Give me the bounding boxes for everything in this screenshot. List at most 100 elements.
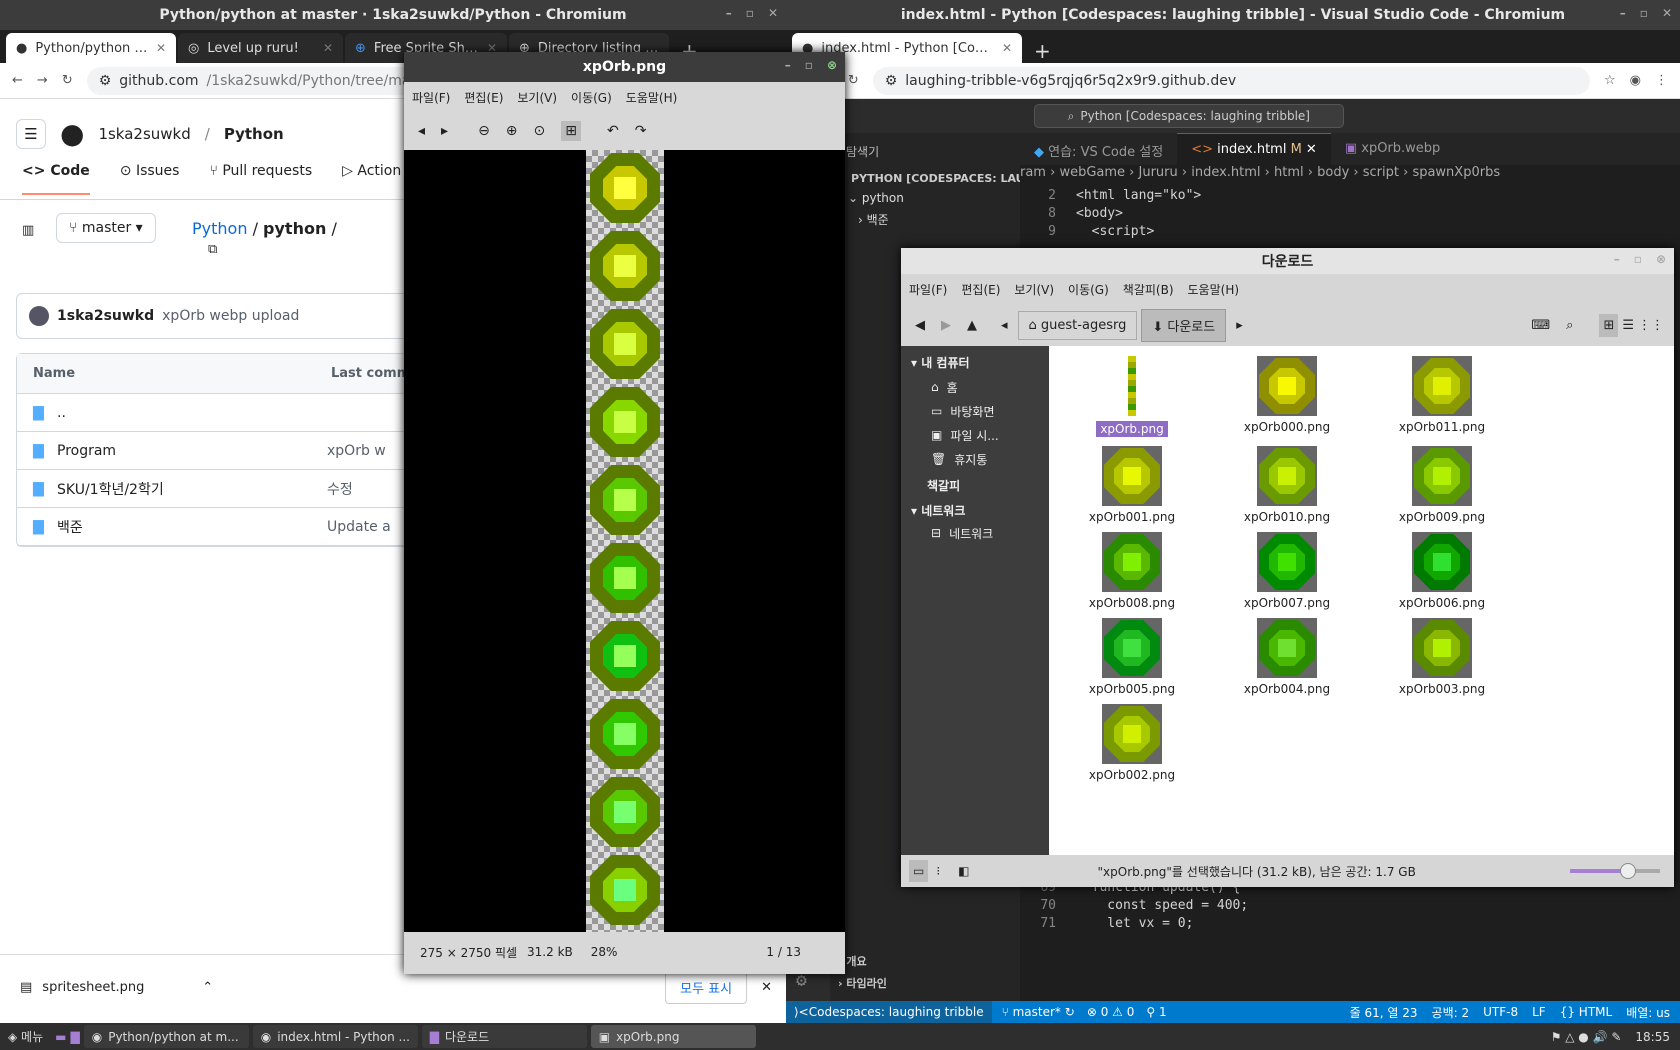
- repo-link[interactable]: Python: [224, 125, 284, 143]
- file-item[interactable]: xpOrb009.png: [1377, 446, 1507, 524]
- row-name[interactable]: Program: [57, 443, 327, 459]
- timeline-section[interactable]: › 타임라인: [838, 975, 887, 991]
- workspace-header[interactable]: ⌄ PYTHON [CODESPACES: LAUGHI...: [830, 170, 1020, 187]
- tab-index-html[interactable]: <> index.html M ✕: [1177, 133, 1331, 165]
- sidebar-item-filesystem[interactable]: ▣ 파일 시...: [901, 423, 1049, 447]
- file-item[interactable]: xpOrb.png: [1067, 356, 1197, 438]
- breadcrumb-item[interactable]: ram: [1020, 165, 1046, 180]
- url-field[interactable]: ⚙ laughing-tribble-v6g5rqjq6r5q2x9r9.gith…: [872, 66, 1590, 95]
- nav-issues[interactable]: ⊙ Issues: [120, 163, 180, 195]
- show-all-button[interactable]: 모두 표시: [665, 971, 748, 1004]
- code-line[interactable]: 71 let vx = 0;: [1020, 915, 1248, 933]
- row-message[interactable]: Update a: [327, 519, 391, 535]
- branch-selector[interactable]: ⑂ master ▾: [56, 213, 156, 243]
- zoom-out-icon[interactable]: ⊖: [478, 123, 490, 139]
- close-tab-icon[interactable]: ✕: [1002, 41, 1012, 55]
- more-icon[interactable]: ⋮: [1655, 73, 1668, 88]
- menu-item[interactable]: 파일(F): [909, 281, 947, 298]
- search-icon[interactable]: ⌕: [1566, 318, 1573, 333]
- next-icon[interactable]: ▸: [441, 123, 448, 139]
- close-tab-icon[interactable]: ✕: [323, 41, 333, 55]
- menu-item[interactable]: 도움말(H): [626, 89, 678, 106]
- menu-item[interactable]: 편집(E): [961, 281, 1000, 298]
- eol[interactable]: LF: [1532, 1005, 1546, 1019]
- rotate-left-icon[interactable]: ↶: [607, 123, 619, 139]
- up-icon[interactable]: ▲: [961, 312, 983, 339]
- keyboard-layout[interactable]: 배열: us: [1626, 1004, 1670, 1021]
- download-item[interactable]: spritesheet.png: [42, 980, 202, 995]
- file-item[interactable]: xpOrb005.png: [1067, 618, 1197, 696]
- file-item[interactable]: xpOrb000.png: [1222, 356, 1352, 438]
- tab-settings[interactable]: ◆ 연습: VS Code 설정: [1020, 133, 1177, 165]
- sidebar-item-desktop[interactable]: ▭ 바탕화면: [901, 399, 1049, 423]
- tab-github[interactable]: ●Python/python at m✕: [6, 33, 176, 63]
- menu-item[interactable]: 편집(E): [464, 89, 503, 106]
- file-item[interactable]: xpOrb006.png: [1377, 532, 1507, 610]
- code-line[interactable]: 9 <script>: [1020, 223, 1201, 241]
- show-desktop-icon[interactable]: ▬: [55, 1030, 66, 1044]
- commit-user[interactable]: 1ska2suwkd: [57, 308, 154, 324]
- files-launcher-icon[interactable]: ▇: [70, 1030, 79, 1044]
- forward-icon[interactable]: ▶: [935, 312, 957, 339]
- row-name[interactable]: 백준: [57, 517, 327, 537]
- prev-icon[interactable]: ◂: [418, 123, 425, 139]
- owner-link[interactable]: 1ska2suwkd: [98, 125, 190, 143]
- file-item[interactable]: xpOrb010.png: [1222, 446, 1352, 524]
- network-header[interactable]: ▾ 네트워크: [901, 500, 1049, 521]
- menu-item[interactable]: 보기(V): [517, 89, 557, 106]
- ports-status[interactable]: ⚲ 1: [1146, 1005, 1166, 1019]
- code-line[interactable]: 8 <body>: [1020, 205, 1201, 223]
- file-item[interactable]: xpOrb001.png: [1067, 446, 1197, 524]
- tree-toggle-icon[interactable]: ⁝: [936, 864, 940, 878]
- breadcrumb-item[interactable]: html: [1274, 165, 1304, 180]
- row-name[interactable]: ..: [57, 405, 327, 421]
- menu-item[interactable]: 이동(G): [571, 89, 612, 106]
- row-message[interactable]: xpOrb w: [327, 443, 386, 459]
- location-toggle-icon[interactable]: ⌨: [1531, 318, 1550, 333]
- taskbar-item-github[interactable]: ◉ Python/python at m...: [83, 1025, 249, 1048]
- commit-message[interactable]: xpOrb webp upload: [162, 308, 299, 324]
- code-line[interactable]: 70 const speed = 400;: [1020, 897, 1248, 915]
- zoom-fit-icon[interactable]: ⊞: [561, 121, 581, 141]
- github-logo-icon[interactable]: ●: [60, 117, 84, 150]
- zoom-slider[interactable]: [1570, 863, 1660, 879]
- hide-sidebar-icon[interactable]: ◧: [958, 864, 969, 878]
- path-home[interactable]: ⌂ guest-agesrg: [1017, 310, 1138, 340]
- menu-item[interactable]: 보기(V): [1014, 281, 1054, 298]
- my-computer-header[interactable]: ▾ 내 컴퓨터: [901, 350, 1049, 375]
- sidebar-item-trash[interactable]: 🗑 휴지통: [901, 447, 1049, 471]
- tab-levelup[interactable]: ◎ Level up ruru! ✕: [178, 33, 343, 63]
- profile-icon[interactable]: ◉: [1630, 73, 1641, 88]
- tab-xporb-webp[interactable]: ▣ xpOrb.webp: [1331, 133, 1454, 165]
- nav-actions[interactable]: ▷ Action: [342, 163, 401, 195]
- reload-icon[interactable]: ↻: [848, 73, 859, 88]
- row-message[interactable]: 수정: [327, 479, 353, 499]
- list-view-icon[interactable]: ☰: [1622, 318, 1634, 333]
- indentation[interactable]: 공백: 2: [1432, 1004, 1470, 1021]
- file-item[interactable]: xpOrb002.png: [1067, 704, 1197, 782]
- menu-item[interactable]: 책갈피(B): [1123, 281, 1174, 298]
- problems-status[interactable]: ⊗ 0 ⚠ 0: [1087, 1005, 1135, 1019]
- branch-status[interactable]: ⑂ master* ↻: [1002, 1005, 1075, 1019]
- zoom-in-icon[interactable]: ⊕: [506, 123, 518, 139]
- hamburger-menu-icon[interactable]: ☰: [16, 118, 46, 149]
- places-toggle-icon[interactable]: ▭: [909, 860, 929, 882]
- language-mode[interactable]: {} HTML: [1560, 1005, 1613, 1019]
- rotate-right-icon[interactable]: ↷: [635, 123, 647, 139]
- back-icon[interactable]: ←: [12, 73, 23, 88]
- copy-path-icon[interactable]: ⧉: [208, 242, 337, 257]
- zoom-normal-icon[interactable]: ⊙: [534, 123, 546, 139]
- breadcrumb-item[interactable]: script: [1363, 165, 1399, 180]
- taskbar-item-files[interactable]: ▇ 다운로드: [421, 1025, 587, 1048]
- path-downloads[interactable]: ⬇ 다운로드: [1141, 308, 1227, 342]
- sidebar-item-network[interactable]: ⊟ 네트워크: [901, 521, 1049, 545]
- cursor-position[interactable]: 줄 61, 열 23: [1350, 1004, 1418, 1021]
- bookmark-icon[interactable]: ☆: [1604, 73, 1616, 88]
- remote-indicator[interactable]: ⟩< Codespaces: laughing tribble: [786, 1001, 992, 1023]
- nav-code[interactable]: <> Code: [22, 163, 90, 195]
- nav-pull-requests[interactable]: ⑂ Pull requests: [209, 163, 312, 195]
- icon-view-icon[interactable]: ⊞: [1599, 313, 1619, 337]
- file-item[interactable]: xpOrb011.png: [1377, 356, 1507, 438]
- breadcrumb-item[interactable]: body: [1317, 165, 1349, 180]
- chevron-up-icon[interactable]: ⌃: [202, 980, 213, 995]
